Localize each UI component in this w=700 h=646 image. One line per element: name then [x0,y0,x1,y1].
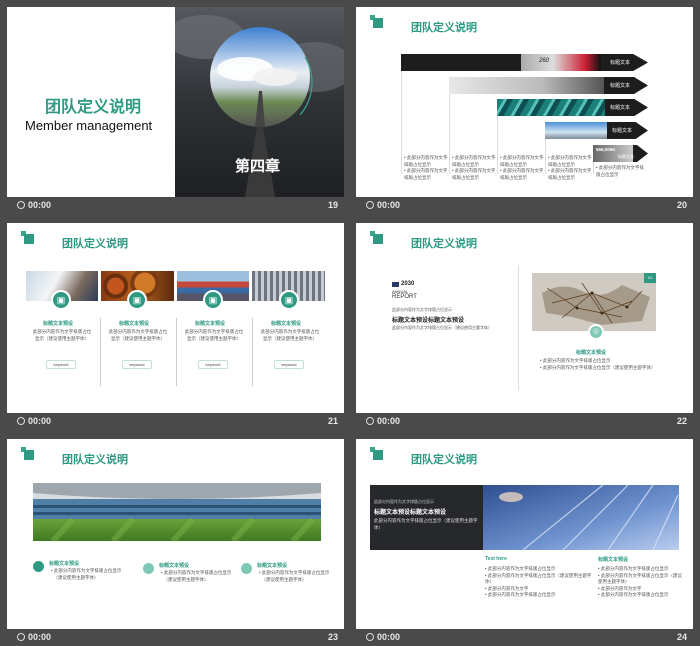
dark-text-panel: 此部分内容作为文字排版占位显示 标题文本预设标题文本预设 此部分内容作为文字排版… [370,485,483,550]
column-text-3: • 此部分内容作为文字排版占位显示 • 此部分内容作为文字排版占位显示 [500,155,544,180]
item-body: 此部分内容作为文字排版占位显示（建议使用主题字体） [32,329,92,341]
item-body: 此部分内容作为文字排版占位显示（建议使用主题字体） [108,329,168,341]
item-heading: 标题文本预设 [271,321,302,327]
slide-time: 00:00 [377,416,401,426]
header-square-icon [370,447,384,461]
column-text-5: • 此部分内容作为文字排版占位显示 [596,165,644,177]
stair-bar-4: 标题文本 [545,122,648,139]
right-bullets: • 此部分内容作为文字排版占位显示 • 此部分内容作为文字排版占位显示（建议使用… [540,358,656,370]
item-body: • 此部分内容作为文字排版占位显示 （建议使用主题字体） [51,568,122,580]
thumbnail-caption: 00:00 20 [356,200,693,214]
item-heading: 标题文本预设 [257,563,288,569]
clock-icon [17,417,25,425]
title-cn: 团队定义说明 [45,99,142,116]
stair-bar-1: 260 标题文本 [401,54,648,71]
slide-time: 00:00 [28,200,52,210]
map-icon: ◎ [588,324,604,340]
bar-label: 标题文本 [609,60,630,66]
item-icon-2 [143,563,154,574]
item-body: • 此部分内容作为文字排版占位显示 （建议使用主题字体） [259,570,330,582]
title-en: Member management [25,118,153,133]
small-text: 此部分内容作为文字排版占位显示 [392,307,452,312]
keyword-button[interactable]: keyword [46,360,76,369]
item-icon-3: ▣ [203,290,223,310]
stair-bar-5: 666,000K 标题文本 [593,145,648,162]
column-text-4: • 此部分内容作为文字排版占位显示 • 此部分内容作为文字排版占位显示 [548,155,592,180]
bar-label: 标题文本 [609,83,630,89]
header-square-icon [21,447,35,461]
column-text-1: • 此部分内容作为文字排版占位显示 • 此部分内容作为文字排版占位显示 [404,155,448,180]
thumbnail-caption: 00:00 22 [356,416,693,430]
bar-label: 标题文本 [609,105,630,111]
small-text-2: 此部分内容作为文字排版占位显示（建议使用主题字体） [392,325,492,330]
item-icon-4: ▣ [279,290,299,310]
col2-bullets: • 此部分内容作为文字排版占位显示 • 此部分内容作为文字排版占位显示（建议使用… [598,566,682,597]
slide-time: 00:00 [377,632,401,642]
clock-icon [366,633,374,641]
slide-number: 23 [327,632,338,642]
slide-20: 团队定义说明 260 标题文本 标题文本 标题文本 标题文本 666,000K … [356,7,693,197]
slide-21: 团队定义说明 ▣ ▣ ▣ ▣ 标题文本预设 此部分内容作为文字排版占位显示（建议… [7,223,344,413]
header-square-icon [370,15,384,29]
stadium-photo [33,483,321,541]
slide-19: 团队定义说明 Member management 第四章 [7,7,344,197]
item-body: • 此部分内容作为文字排版占位显示 （建议使用主题字体） [161,570,232,582]
main-heading: 标题文本预设标题文本预设 [392,318,465,324]
header-square-icon [370,231,384,245]
slide-title: 团队定义说明 [62,238,128,250]
item-heading: 标题文本预设 [119,321,150,327]
slide-23: 团队定义说明 标题文本预设 • 此部分内容作为文字排版占位显示 （建议使用主题字… [7,439,344,629]
slide-24: 团队定义说明 此部分内容作为文字排版占位显示 标题文本预设标题文本预设 此部分内… [356,439,693,629]
item-heading: 标题文本预设 [49,561,80,567]
world-map-photo: 01 [532,273,656,331]
thumbnail-caption: 00:00 19 [7,200,344,214]
clock-icon [366,201,374,209]
keyword-button[interactable]: keyword [274,360,304,369]
item-icon-2: ▣ [127,290,147,310]
chapter-label: 第四章 [235,158,281,175]
item-body: 此部分内容作为文字排版占位显示（建议使用主题字体） [184,329,244,341]
stair-bar-2: 标题文本 [449,77,648,94]
annual-report-logo: 2030 ANNUAL REPORT [392,281,417,300]
item-icon-3 [241,563,252,574]
slide-number: 24 [676,632,687,642]
slide-time: 00:00 [28,632,52,642]
badge: 01 [644,273,656,283]
bar-label: 标题文本 [611,128,632,134]
bar-label: 标题文本 [618,154,634,159]
thumbnail-caption: 00:00 23 [7,632,344,646]
column-text-2: • 此部分内容作为文字排版占位显示 • 此部分内容作为文字排版占位显示 [452,155,496,180]
slide-title: 团队定义说明 [62,454,128,466]
item-heading: 标题文本预设 [43,321,74,327]
right-heading: 标题文本预设 [576,350,607,356]
slide-number: 21 [327,416,338,426]
slide-time: 00:00 [28,416,52,426]
thumbnail-caption: 00:00 21 [7,416,344,430]
item-heading: 标题文本预设 [195,321,226,327]
keyword-button[interactable]: keyword [122,360,152,369]
slide-title: 团队定义说明 [411,454,477,466]
item-body: 此部分内容作为文字排版占位显示（建议使用主题字体） [260,329,320,341]
thumbnail-caption: 00:00 24 [356,632,693,646]
item-icon-1: ▣ [51,290,71,310]
slide-22: 团队定义说明 2030 ANNUAL REPORT 此部分内容作为文字排版占位显… [356,223,693,413]
keyword-button[interactable]: keyword [198,360,228,369]
clock-icon [366,417,374,425]
slide-number: 22 [676,416,687,426]
slide-number: 20 [676,200,687,210]
slide-title: 团队定义说明 [411,238,477,250]
clock-icon [17,201,25,209]
stair-bar-3: 标题文本 [497,99,648,116]
col2-heading: 标题文本预设 [598,557,629,563]
item-icon-1 [33,561,44,572]
swimming-photo [483,485,679,550]
col1-bullets: • 此部分内容作为文字排版占位显示 • 此部分内容作为文字排版占位显示（建议使用… [485,566,592,597]
slide-time: 00:00 [377,200,401,210]
clock-icon [17,633,25,641]
slide-number: 19 [327,200,338,210]
header-square-icon [21,231,35,245]
slide-title: 团队定义说明 [411,22,477,34]
col1-heading: Text here [485,556,507,562]
item-heading: 标题文本预设 [159,563,190,569]
